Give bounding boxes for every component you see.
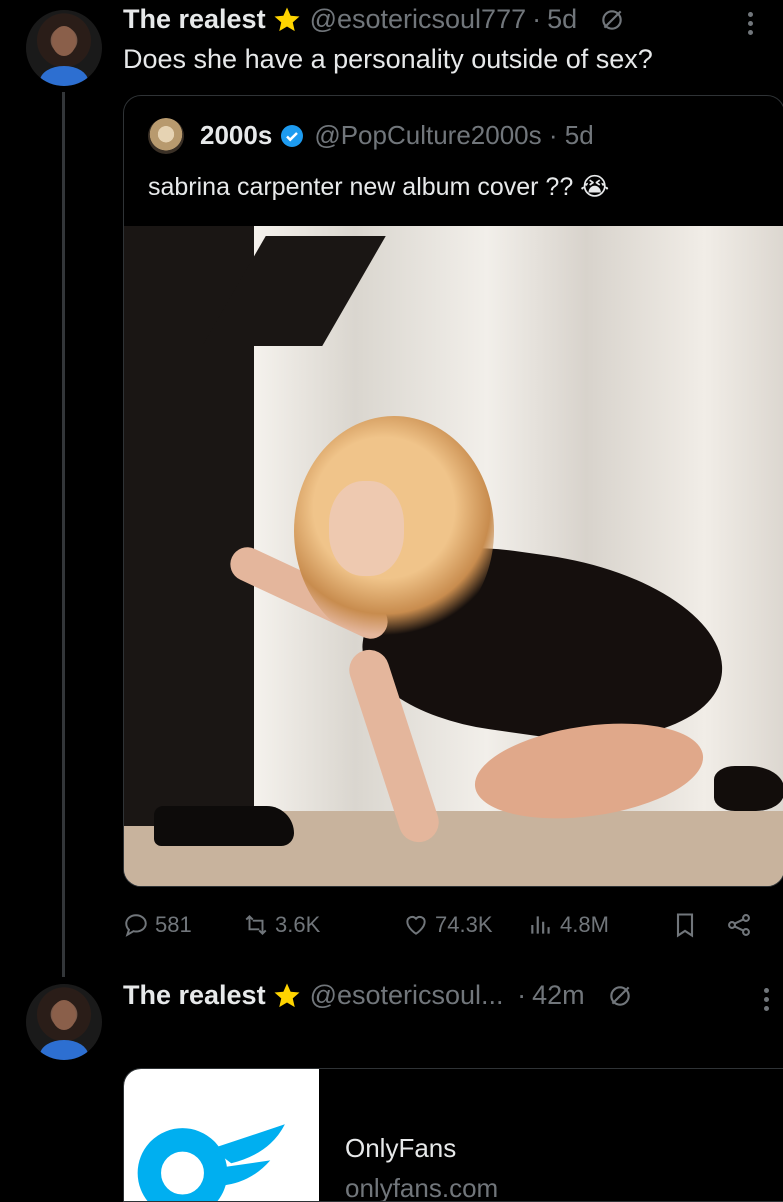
tweet-text: Does she have a personality outside of s… [123,44,653,74]
avatar[interactable] [26,10,102,86]
quoted-display-name[interactable]: 2000s [200,120,272,151]
separator-dot: · [541,120,565,150]
quoted-photo[interactable] [124,226,783,886]
grok-icon[interactable] [607,983,633,1009]
like-button[interactable]: 74.3K [403,912,528,938]
link-card[interactable]: OnlyFans onlyfans.com [123,1068,783,1202]
handle[interactable]: @esotericsoul... [310,980,504,1011]
separator-dot: · [509,980,527,1010]
more-vertical-icon[interactable] [764,988,770,1015]
handle[interactable]: @esotericsoul777 [310,4,527,35]
reply-count: 581 [155,912,192,937]
quoted-avatar[interactable] [148,118,184,154]
share-icon[interactable] [725,911,753,939]
blue-check-icon [281,124,304,147]
thread-line [62,92,65,977]
quoted-timestamp[interactable]: 5d [565,120,594,151]
display-name[interactable]: The realest [123,980,266,1011]
timestamp[interactable]: 42m [532,980,585,1011]
display-name[interactable]: The realest [123,4,266,35]
reply-button[interactable]: 581 [123,912,243,938]
more-vertical-icon[interactable] [748,12,754,39]
link-card-body: OnlyFans onlyfans.com [319,1069,783,1201]
views-icon [531,916,550,934]
tweet-header: The realest @esotericsoul777 · 5d [123,4,625,35]
views-button[interactable]: 4.8M [528,912,663,938]
reply-icon [125,914,147,937]
link-card-title: OnlyFans [345,1133,457,1163]
bookmark-icon[interactable] [671,911,699,939]
avatar[interactable] [26,984,102,1060]
quoted-tweet[interactable]: 2000s @PopCulture2000s · 5d sabrina carp… [123,95,783,887]
tweet-header: The realest @esotericsoul... · 42m [123,980,633,1011]
grok-icon[interactable] [599,7,625,33]
views-count: 4.8M [560,912,609,937]
quoted-text: sabrina carpenter new album cover ?? 😭 [148,173,610,201]
star-badge-icon [274,983,300,1007]
onlyfans-logo [124,1069,319,1201]
link-card-domain: onlyfans.com [345,1173,499,1202]
repost-icon [245,914,267,936]
separator-dot: · [532,4,542,34]
quoted-header: 2000s @PopCulture2000s · 5d [200,120,594,151]
like-count: 74.3K [435,912,493,937]
repost-button[interactable]: 3.6K [243,912,403,938]
repost-count: 3.6K [275,912,321,937]
action-bar: 581 3.6K 74.3K 4.8M [123,905,763,945]
heart-icon [406,915,426,935]
quoted-handle[interactable]: @PopCulture2000s [314,120,541,151]
star-badge-icon [274,7,300,31]
timestamp[interactable]: 5d [547,4,577,35]
